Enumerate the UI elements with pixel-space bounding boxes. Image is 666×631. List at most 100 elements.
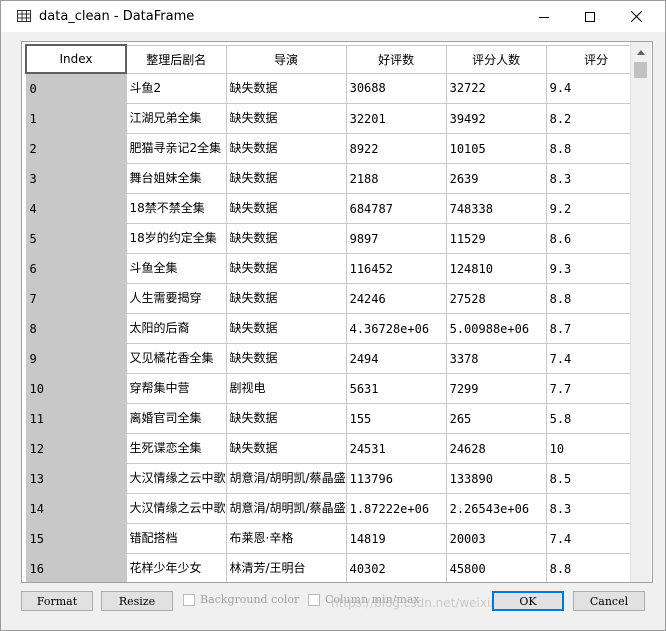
director-cell[interactable]: 剧视电 xyxy=(225,373,347,404)
title-bar[interactable]: data_clean - DataFrame xyxy=(1,1,665,32)
raters-cell[interactable]: 27528 xyxy=(445,283,547,314)
table-row[interactable]: 10 穿帮集中营 剧视电 5631 7299 7.7 xyxy=(25,373,647,404)
raters-cell[interactable]: 7299 xyxy=(445,373,547,404)
minimize-button[interactable] xyxy=(521,1,567,32)
name-cell[interactable]: 舞台姐妹全集 xyxy=(125,163,227,194)
table-row[interactable]: 14 大汉情缘之云中歌 胡意涓/胡明凯/蔡晶盛 1.87222e+06 2.26543e… xyxy=(25,493,647,524)
director-cell[interactable]: 林清芳/王明台 xyxy=(225,553,347,582)
good-count-cell[interactable]: 684787 xyxy=(345,193,447,224)
name-cell[interactable]: 太阳的后裔 xyxy=(125,313,227,344)
scroll-thumb[interactable] xyxy=(634,62,647,78)
cancel-button[interactable]: Cancel xyxy=(573,591,645,611)
resize-button[interactable]: Resize xyxy=(101,591,173,611)
good-count-cell[interactable]: 30688 xyxy=(345,72,447,104)
good-count-cell[interactable]: 32201 xyxy=(345,103,447,134)
table-row[interactable]: 0 斗鱼2 缺失数据 30688 32722 9.4 xyxy=(25,72,647,104)
table-row[interactable]: 8 太阳的后裔 缺失数据 4.36728e+06 5.00988e+06 8.7 xyxy=(25,313,647,344)
director-cell[interactable]: 胡意涓/胡明凯/蔡晶盛 xyxy=(225,493,347,524)
good-count-cell[interactable]: 9897 xyxy=(345,223,447,254)
row-index-cell[interactable]: 10 xyxy=(25,373,127,404)
name-cell[interactable]: 18禁不禁全集 xyxy=(125,193,227,224)
good-count-cell[interactable]: 24531 xyxy=(345,433,447,464)
raters-cell[interactable]: 748338 xyxy=(445,193,547,224)
raters-cell[interactable]: 265 xyxy=(445,403,547,434)
director-cell[interactable]: 缺失数据 xyxy=(225,253,347,284)
raters-cell[interactable]: 10105 xyxy=(445,133,547,164)
raters-cell[interactable]: 39492 xyxy=(445,103,547,134)
name-cell[interactable]: 穿帮集中营 xyxy=(125,373,227,404)
good-count-cell[interactable]: 5631 xyxy=(345,373,447,404)
director-cell[interactable]: 缺失数据 xyxy=(225,343,347,374)
raters-cell[interactable]: 133890 xyxy=(445,463,547,494)
row-index-cell[interactable]: 7 xyxy=(25,283,127,314)
maximize-button[interactable] xyxy=(567,1,613,32)
director-cell[interactable]: 缺失数据 xyxy=(225,72,347,104)
name-cell[interactable]: 18岁的约定全集 xyxy=(125,223,227,254)
row-index-cell[interactable]: 6 xyxy=(25,253,127,284)
vertical-scrollbar[interactable] xyxy=(630,42,651,582)
director-cell[interactable]: 缺失数据 xyxy=(225,283,347,314)
raters-cell[interactable]: 45800 xyxy=(445,553,547,582)
good-count-cell[interactable]: 2494 xyxy=(345,343,447,374)
row-index-cell[interactable]: 9 xyxy=(25,343,127,374)
director-cell[interactable]: 缺失数据 xyxy=(225,133,347,164)
good-count-cell[interactable]: 113796 xyxy=(345,463,447,494)
row-index-cell[interactable]: 5 xyxy=(25,223,127,254)
raters-cell[interactable]: 3378 xyxy=(445,343,547,374)
name-cell[interactable]: 花样少年少女 xyxy=(125,553,227,582)
row-index-cell[interactable]: 13 xyxy=(25,463,127,494)
row-index-cell[interactable]: 8 xyxy=(25,313,127,344)
raters-cell[interactable]: 32722 xyxy=(445,72,547,104)
director-cell[interactable]: 缺失数据 xyxy=(225,163,347,194)
name-cell[interactable]: 人生需要揭穿 xyxy=(125,283,227,314)
table-row[interactable]: 15 错配搭档 布莱恩·辛格 14819 20003 7.4 xyxy=(25,523,647,554)
name-cell[interactable]: 江湖兄弟全集 xyxy=(125,103,227,134)
good-count-cell[interactable]: 14819 xyxy=(345,523,447,554)
director-cell[interactable]: 缺失数据 xyxy=(225,193,347,224)
column-header-index[interactable]: Index xyxy=(25,44,127,74)
table-row[interactable]: 2 肥猫寻亲记2全集 缺失数据 8922 10105 8.8 xyxy=(25,133,647,164)
row-index-cell[interactable]: 12 xyxy=(25,433,127,464)
table-row[interactable]: 7 人生需要揭穿 缺失数据 24246 27528 8.8 xyxy=(25,283,647,314)
dataframe-grid[interactable]: Index 整理后剧名 导演 好评数 评分人数 评分 0 斗鱼2 缺失数据 30688… xyxy=(21,41,653,583)
table-row[interactable]: 13 大汉情缘之云中歌 胡意涓/胡明凯/蔡晶盛 113796 133890 8.5 xyxy=(25,463,647,494)
row-index-cell[interactable]: 4 xyxy=(25,193,127,224)
name-cell[interactable]: 肥猫寻亲记2全集 xyxy=(125,133,227,164)
director-cell[interactable]: 缺失数据 xyxy=(225,103,347,134)
good-count-cell[interactable]: 40302 xyxy=(345,553,447,582)
director-cell[interactable]: 缺失数据 xyxy=(225,403,347,434)
raters-cell[interactable]: 2639 xyxy=(445,163,547,194)
table-row[interactable]: 12 生死谍恋全集 缺失数据 24531 24628 10 xyxy=(25,433,647,464)
table-row[interactable]: 5 18岁的约定全集 缺失数据 9897 11529 8.6 xyxy=(25,223,647,254)
scroll-up-arrow[interactable] xyxy=(631,44,651,60)
director-cell[interactable]: 布莱恩·辛格 xyxy=(225,523,347,554)
director-cell[interactable]: 缺失数据 xyxy=(225,223,347,254)
good-count-cell[interactable]: 116452 xyxy=(345,253,447,284)
raters-cell[interactable]: 5.00988e+06 xyxy=(445,313,547,344)
director-cell[interactable]: 缺失数据 xyxy=(225,433,347,464)
table-row[interactable]: 6 斗鱼全集 缺失数据 116452 124810 9.3 xyxy=(25,253,647,284)
table-row[interactable]: 9 又见橘花香全集 缺失数据 2494 3378 7.4 xyxy=(25,343,647,374)
ok-button[interactable]: OK xyxy=(492,591,564,611)
table-row[interactable]: 16 花样少年少女 林清芳/王明台 40302 45800 8.8 xyxy=(25,553,647,582)
column-minmax-checkbox[interactable]: Column min/max xyxy=(308,593,420,606)
good-count-cell[interactable]: 8922 xyxy=(345,133,447,164)
row-index-cell[interactable]: 16 xyxy=(25,553,127,582)
director-cell[interactable]: 缺失数据 xyxy=(225,313,347,344)
table-row[interactable]: 4 18禁不禁全集 缺失数据 684787 748338 9.2 xyxy=(25,193,647,224)
column-header-raters[interactable]: 评分人数 xyxy=(445,44,547,74)
good-count-cell[interactable]: 24246 xyxy=(345,283,447,314)
name-cell[interactable]: 大汉情缘之云中歌 xyxy=(125,493,227,524)
table-row[interactable]: 1 江湖兄弟全集 缺失数据 32201 39492 8.2 xyxy=(25,103,647,134)
good-count-cell[interactable]: 155 xyxy=(345,403,447,434)
row-index-cell[interactable]: 11 xyxy=(25,403,127,434)
row-index-cell[interactable]: 15 xyxy=(25,523,127,554)
good-count-cell[interactable]: 4.36728e+06 xyxy=(345,313,447,344)
table-row[interactable]: 3 舞台姐妹全集 缺失数据 2188 2639 8.3 xyxy=(25,163,647,194)
column-header-director[interactable]: 导演 xyxy=(225,44,347,74)
name-cell[interactable]: 离婚官司全集 xyxy=(125,403,227,434)
director-cell[interactable]: 胡意涓/胡明凯/蔡晶盛 xyxy=(225,463,347,494)
table-row[interactable]: 11 离婚官司全集 缺失数据 155 265 5.8 xyxy=(25,403,647,434)
raters-cell[interactable]: 11529 xyxy=(445,223,547,254)
name-cell[interactable]: 大汉情缘之云中歌 xyxy=(125,463,227,494)
